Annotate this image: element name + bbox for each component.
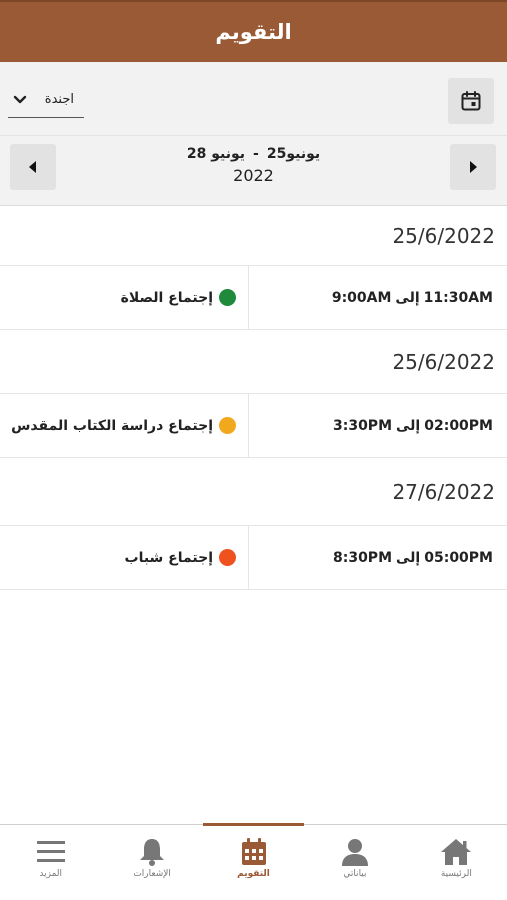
event-color-dot [219, 289, 236, 306]
bell-icon [140, 839, 165, 866]
calendar-picker-button[interactable] [448, 78, 494, 124]
menu-icon [36, 841, 65, 862]
caret-left-icon [29, 161, 36, 173]
event-title-cell: إجتماع دراسة الكتاب المقدس [0, 394, 249, 457]
event-time-to: إلى [395, 289, 420, 306]
event-time-to: إلى [396, 549, 421, 566]
event-time-cell: 9:00AM إلى 11:30AM [249, 266, 507, 329]
range-year: 2022 [233, 166, 274, 185]
agenda-date-header: 27/6/2022 [0, 458, 507, 526]
view-mode-select[interactable]: اجندة [8, 82, 84, 118]
event-time-to: إلى [396, 417, 421, 434]
event-color-dot [219, 417, 236, 434]
tab-calendar-label: التقويم [237, 869, 270, 879]
tab-calendar[interactable]: التقويم [202, 823, 305, 900]
home-icon [441, 839, 472, 865]
event-title-cell: إجتماع الصلاة [0, 266, 249, 329]
event-start-time: 02:00PM [424, 417, 493, 434]
agenda-date-header: 25/6/2022 [0, 206, 507, 266]
event-title: إجتماع شباب [124, 549, 214, 566]
page-title: التقويم [215, 20, 292, 44]
next-range-button[interactable] [450, 144, 496, 190]
calendar-icon [461, 91, 481, 111]
tab-home-label: الرئيسية [440, 869, 472, 879]
event-time-cell: 3:30PM إلى 02:00PM [249, 394, 507, 457]
previous-range-button[interactable] [10, 144, 56, 190]
event-end-time: 9:00AM [331, 289, 392, 306]
bottom-navigation: المزيد الإشعارات التقويم بياناتي الرئيسي… [0, 823, 507, 900]
user-icon [341, 839, 368, 866]
tab-notifications-label: الإشعارات [133, 869, 171, 879]
date-range-label: يونيو 28 - يونيو25 2022 [100, 146, 407, 185]
caret-right-icon [470, 161, 477, 173]
tab-more-label: المزيد [39, 869, 63, 879]
range-start: يونيو25 [266, 146, 321, 162]
event-time-cell: 8:30PM إلى 05:00PM [249, 526, 507, 589]
tab-more[interactable]: المزيد [0, 825, 101, 900]
tab-profile-label: بياناتي [343, 869, 367, 879]
toolbar: اجندة [0, 62, 507, 136]
event-start-time: 11:30AM [423, 289, 493, 306]
chevron-down-icon [13, 95, 27, 103]
tab-notifications[interactable]: الإشعارات [101, 825, 202, 900]
agenda-date-header: 25/6/2022 [0, 330, 507, 394]
event-start-time: 05:00PM [424, 549, 493, 566]
tab-profile[interactable]: بياناتي [304, 825, 405, 900]
agenda-event[interactable]: إجتماع الصلاة 9:00AM إلى 11:30AM [0, 266, 507, 330]
tab-home[interactable]: الرئيسية [406, 825, 507, 900]
event-title: إجتماع دراسة الكتاب المقدس [11, 417, 213, 434]
event-color-dot [219, 549, 236, 566]
event-end-time: 8:30PM [332, 549, 392, 566]
range-end: يونيو 28 [186, 146, 246, 162]
app-header: التقويم [0, 0, 507, 62]
agenda-list: 25/6/2022 إجتماع الصلاة 9:00AM إلى 11:30… [0, 206, 507, 590]
agenda-event[interactable]: إجتماع دراسة الكتاب المقدس 3:30PM إلى 02… [0, 394, 507, 458]
view-mode-value: اجندة [44, 92, 74, 107]
event-end-time: 3:30PM [332, 417, 392, 434]
calendar-icon [241, 838, 266, 865]
range-separator: - [253, 146, 259, 162]
event-title-cell: إجتماع شباب [0, 526, 249, 589]
agenda-event[interactable]: إجتماع شباب 8:30PM إلى 05:00PM [0, 526, 507, 590]
date-range-bar: يونيو 28 - يونيو25 2022 [0, 136, 507, 206]
event-title: إجتماع الصلاة [120, 289, 213, 306]
